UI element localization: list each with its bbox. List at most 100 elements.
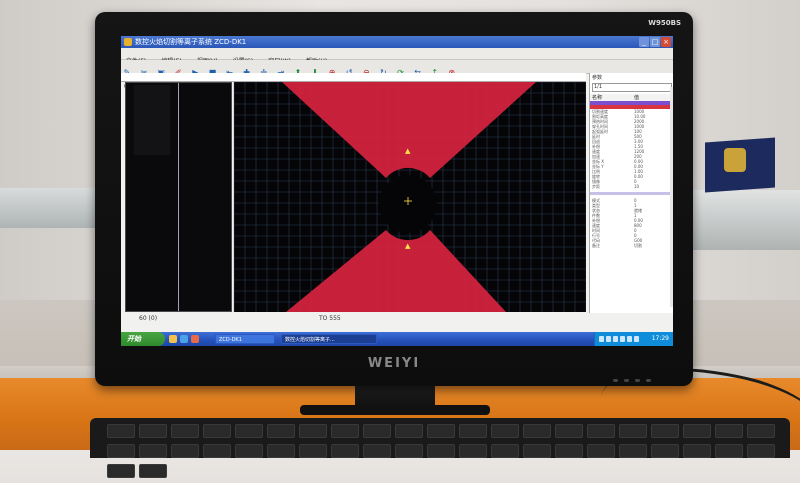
tray-icon[interactable] (613, 336, 618, 342)
parameter-cell: 步距 (592, 184, 600, 189)
panel-divider (178, 83, 179, 311)
keyboard-key (235, 444, 263, 458)
parameter-row[interactable]: 备注 切割 (590, 243, 673, 248)
monitor-buttons[interactable] (613, 367, 663, 382)
parameter-scrollbar[interactable] (670, 87, 673, 307)
window-titlebar[interactable]: 数控火焰切割等离子系统 ZCD-DK1 _ □ × (121, 36, 673, 48)
cutting-path-drawing: ▲ ▲ (234, 82, 586, 312)
keyboard-key (587, 424, 615, 438)
parameter-columns: 名称 值 (590, 94, 673, 101)
quick-launch (169, 335, 199, 343)
tray-icon[interactable] (627, 336, 632, 342)
start-marker-bottom: ▲ (405, 242, 411, 250)
keyboard-key (523, 424, 551, 438)
keyboard-key (299, 424, 327, 438)
keyboard-key (683, 424, 711, 438)
keyboard-key (459, 424, 487, 438)
browser-icon[interactable] (180, 335, 188, 343)
keyboard-key (651, 444, 679, 458)
monitor-brand-logo: WEIYI (367, 356, 421, 371)
keyboard-key (139, 424, 167, 438)
keyboard-key (107, 444, 135, 458)
parameter-panel-title: 参数 (592, 75, 603, 81)
keyboard-key (683, 444, 711, 458)
screen: 数控火焰切割等离子系统 ZCD-DK1 _ □ × 文件(F) 编辑(E) 视图… (121, 36, 673, 346)
folder-icon[interactable] (169, 335, 177, 343)
parameter-cell: 10 (634, 184, 640, 189)
minimize-button[interactable]: _ (639, 37, 649, 47)
taskbar-item-window[interactable]: 数控火焰切割等离子... (281, 334, 377, 344)
keyboard-key (267, 444, 295, 458)
taskbar-clock: 17:29 (651, 335, 669, 342)
keyboard-key (523, 444, 551, 458)
keyboard-key (491, 444, 519, 458)
window-controls: _ □ × (639, 37, 671, 47)
window-title: 数控火焰切割等离子系统 ZCD-DK1 (135, 38, 247, 46)
media-icon[interactable] (191, 335, 199, 343)
keyboard-key (395, 424, 423, 438)
parameter-cell: 备注 (592, 243, 600, 248)
background-shelf-left (0, 188, 110, 228)
keyboard-key (203, 444, 231, 458)
keyboard-key (171, 444, 199, 458)
app-icon (124, 38, 132, 46)
status-tool: TO 555 (319, 315, 341, 322)
parameter-cell: 切割 (634, 243, 642, 248)
keyboard-key (331, 444, 359, 458)
keyboard-key (139, 444, 167, 458)
keyboard-keys (105, 423, 785, 483)
keyboard-key (651, 424, 679, 438)
keyboard-key (427, 444, 455, 458)
keyboard-key (491, 424, 519, 438)
view-tab-row[interactable]: 0 (121, 73, 586, 90)
maximize-button[interactable]: □ (650, 37, 660, 47)
monitor-model-label: W950BS (648, 19, 681, 27)
keyboard-key (107, 464, 135, 478)
code-list-panel[interactable] (125, 82, 232, 312)
menubar: 文件(F) 编辑(E) 视图(V) 设置(S) 窗口(W) 帮助(H) (121, 48, 673, 65)
keyboard-key (267, 424, 295, 438)
tray-icon[interactable] (599, 336, 604, 342)
keyboard-key (555, 444, 583, 458)
poster-emblem-icon (724, 148, 746, 172)
keyboard-key (427, 424, 455, 438)
toolbar: ✎ ✂ ▣ ✐ ▶ ■ ⇤ ✚ ✛ ⇥ ⬆ ⬇ ⊕ ↺ ⊖ ↻ ⟳ ⇆ ↥ ⊗ (121, 60, 673, 77)
start-button[interactable]: 开始 (121, 332, 165, 346)
parameter-rows-secondary: 模式 0 类型 1 状态 就绪 件数 1 补偿 0.00 速度 800 时间 0 行号 0 代码 G00 备注 切割 (590, 198, 673, 248)
keyboard-key (747, 424, 775, 438)
keyboard-key (107, 424, 135, 438)
close-button[interactable]: × (661, 37, 671, 47)
keyboard-key (139, 464, 167, 478)
keyboard-key (203, 424, 231, 438)
parameter-select[interactable]: 1/1 (592, 83, 672, 92)
taskbar-item-app[interactable]: ZCD-DK1 (215, 334, 275, 344)
taskbar: 开始 ZCD-DK1 数控火焰切割等离子... 17:29 (121, 332, 673, 346)
section-divider (590, 192, 673, 195)
keyboard-key (747, 444, 775, 458)
start-marker-top: ▲ (405, 147, 411, 155)
column-name: 名称 (592, 95, 603, 101)
keyboard-key (587, 444, 615, 458)
cut-shape-bottom (286, 230, 506, 312)
keyboard-key (395, 444, 423, 458)
keyboard-key (715, 424, 743, 438)
keyboard-key (331, 424, 359, 438)
keyboard-key (171, 424, 199, 438)
tray-icon[interactable] (634, 336, 639, 342)
keyboard-key (619, 424, 647, 438)
keyboard-key (299, 444, 327, 458)
cutting-preview-canvas[interactable]: ▲ ▲ (233, 82, 586, 312)
keyboard-key (459, 444, 487, 458)
status-coordinates: 60 (0) (139, 315, 158, 322)
parameter-panel: 参数 1/1 名称 值 切割速度 1000 割炬高度 10.00 预热时间 2000 穿孔时… (589, 73, 673, 313)
monitor-stand-base (300, 405, 490, 415)
tray-icon[interactable] (606, 336, 611, 342)
keyboard-key (363, 444, 391, 458)
keyboard-key (363, 424, 391, 438)
parameter-row[interactable]: 步距 10 (590, 184, 673, 189)
keyboard-key (715, 444, 743, 458)
tray-icon[interactable] (620, 336, 625, 342)
system-tray: 17:29 (594, 332, 673, 346)
background-shelf-right (680, 190, 800, 250)
keyboard-key (235, 424, 263, 438)
